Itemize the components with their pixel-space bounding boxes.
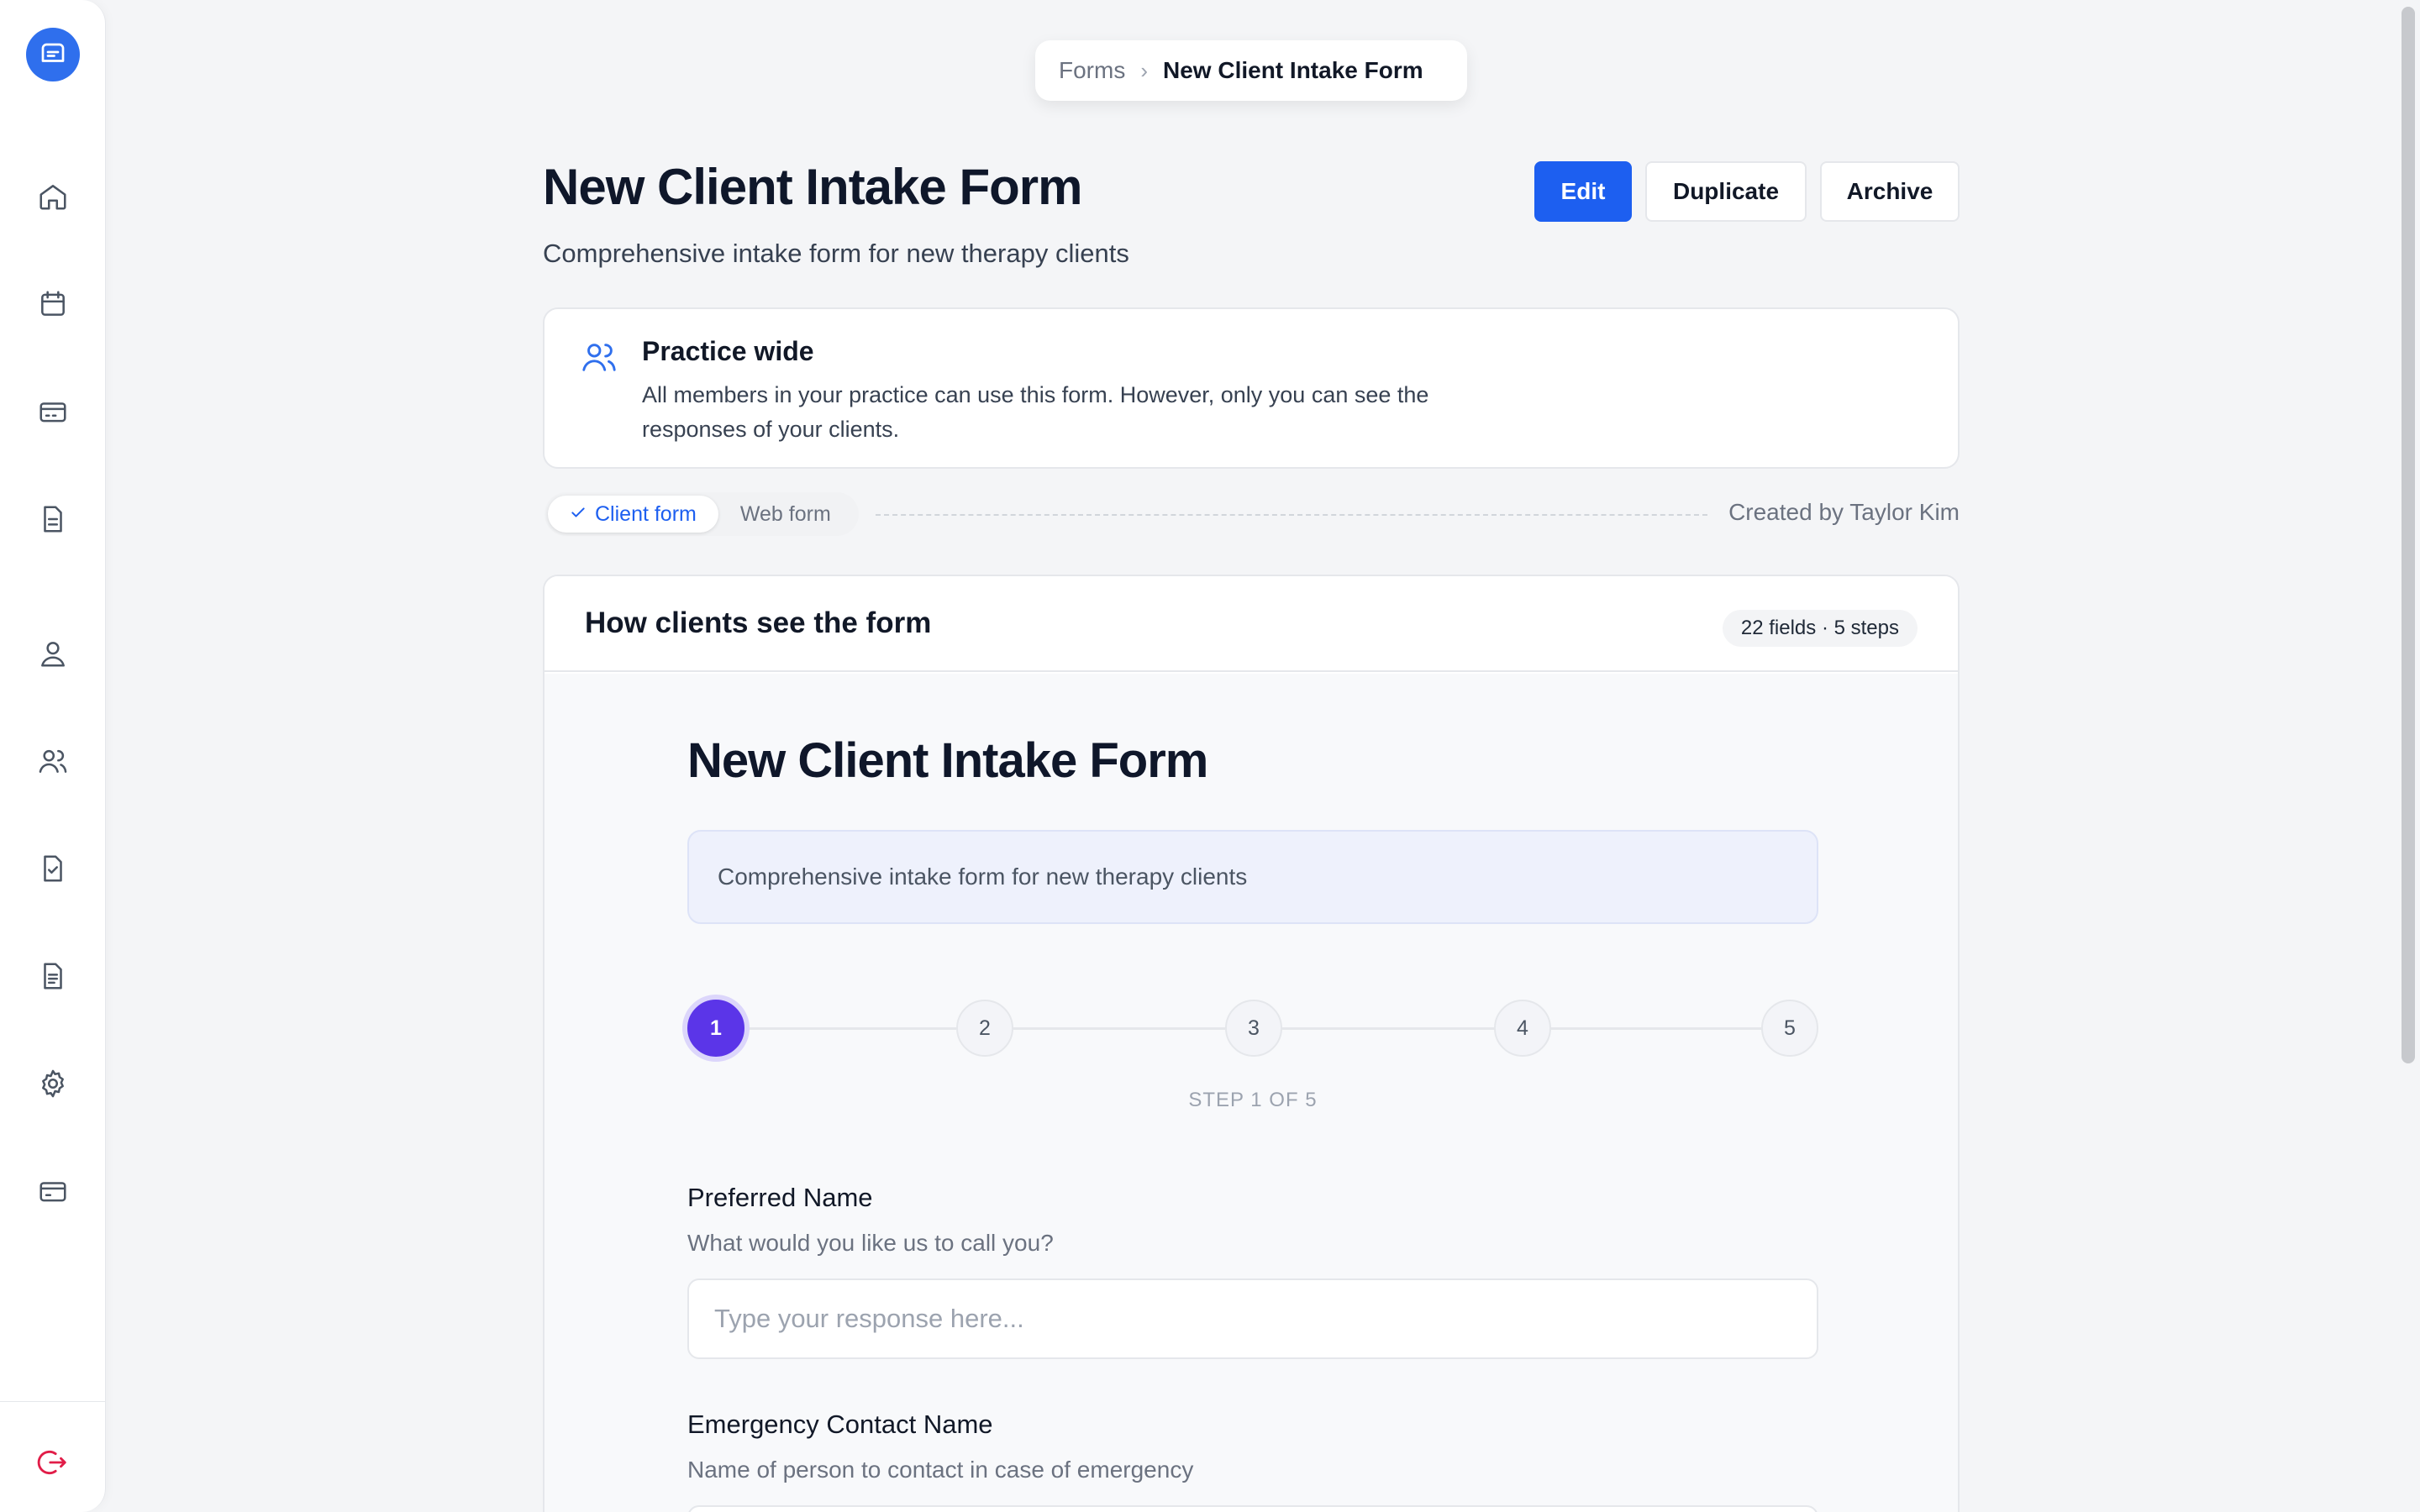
stepper: 1 2 3 4 5 [687,998,1818,1058]
sidebar [0,0,106,1512]
file-text-icon[interactable] [35,958,71,994]
client-form-label: Client form [595,501,697,526]
calendar-icon[interactable] [35,286,71,322]
web-form-label: Web form [739,501,831,526]
client-form-option[interactable]: Client form [548,496,718,533]
logout-icon[interactable] [35,1445,71,1480]
users-icon[interactable] [35,743,71,779]
step-3[interactable]: 3 [1225,1000,1282,1057]
document-icon[interactable] [35,501,71,537]
gear-icon[interactable] [35,1066,71,1101]
step-connector [1013,1027,1225,1030]
credit-card-icon[interactable] [35,1173,71,1209]
page-title: New Client Intake Form [543,159,1082,215]
form-title: New Client Intake Form [687,733,1208,788]
scrollbar-track[interactable] [2396,0,2420,1512]
web-form-option[interactable]: Web form [718,496,853,533]
step-5[interactable]: 5 [1761,1000,1818,1057]
step-2[interactable]: 2 [956,1000,1013,1057]
preview-header: How clients see the form 22 fields · 5 s… [544,576,1958,672]
emergency-contact-label: Emergency Contact Name [687,1410,993,1439]
breadcrumb: Forms › New Client Intake Form [1035,40,1467,101]
edit-button[interactable]: Edit [1534,161,1632,222]
duplicate-button[interactable]: Duplicate [1645,161,1807,222]
preferred-name-input[interactable] [687,1278,1818,1359]
chat-logo-icon[interactable] [26,28,80,81]
dashed-divider [876,514,1707,516]
scrollbar-thumb[interactable] [2402,7,2415,1063]
step-4[interactable]: 4 [1494,1000,1551,1057]
step-connector [1551,1027,1763,1030]
form-type-toggle: Client form Web form [544,492,859,536]
check-icon [570,502,587,527]
breadcrumb-forms-link[interactable]: Forms [1059,57,1125,84]
practice-wide-card: Practice wide All members in your practi… [543,307,1960,469]
form-description: Comprehensive intake form for new therap… [687,830,1818,924]
practice-description: All members in your practice can use thi… [642,382,1429,442]
archive-button[interactable]: Archive [1820,161,1960,222]
breadcrumb-current: New Client Intake Form [1163,57,1423,83]
page-subtitle: Comprehensive intake form for new therap… [543,239,1129,268]
created-by: Created by Taylor Kim [1728,499,1960,525]
home-icon[interactable] [35,179,71,214]
preview-title: How clients see the form [585,606,932,639]
preview-body: New Client Intake Form Comprehensive int… [544,674,1958,1512]
users-icon [580,338,618,376]
emergency-contact-input[interactable] [687,1505,1818,1512]
preferred-name-label: Preferred Name [687,1183,873,1212]
step-connector [744,1027,956,1030]
file-check-icon[interactable] [35,851,71,886]
step-indicator: STEP 1 OF 5 [1188,1089,1318,1111]
preferred-name-help: What would you like us to call you? [687,1230,1054,1256]
user-icon[interactable] [35,636,71,671]
step-connector [1282,1027,1494,1030]
form-preview-card: How clients see the form 22 fields · 5 s… [543,575,1960,1512]
emergency-contact-help: Name of person to contact in case of eme… [687,1457,1194,1483]
chevron-right-icon: › [1140,57,1148,83]
practice-title: Practice wide [642,336,814,366]
sidebar-divider [0,1401,106,1402]
step-1[interactable]: 1 [687,1000,744,1057]
billing-card-icon[interactable] [35,394,71,429]
fields-count-badge: 22 fields · 5 steps [1722,610,1918,647]
